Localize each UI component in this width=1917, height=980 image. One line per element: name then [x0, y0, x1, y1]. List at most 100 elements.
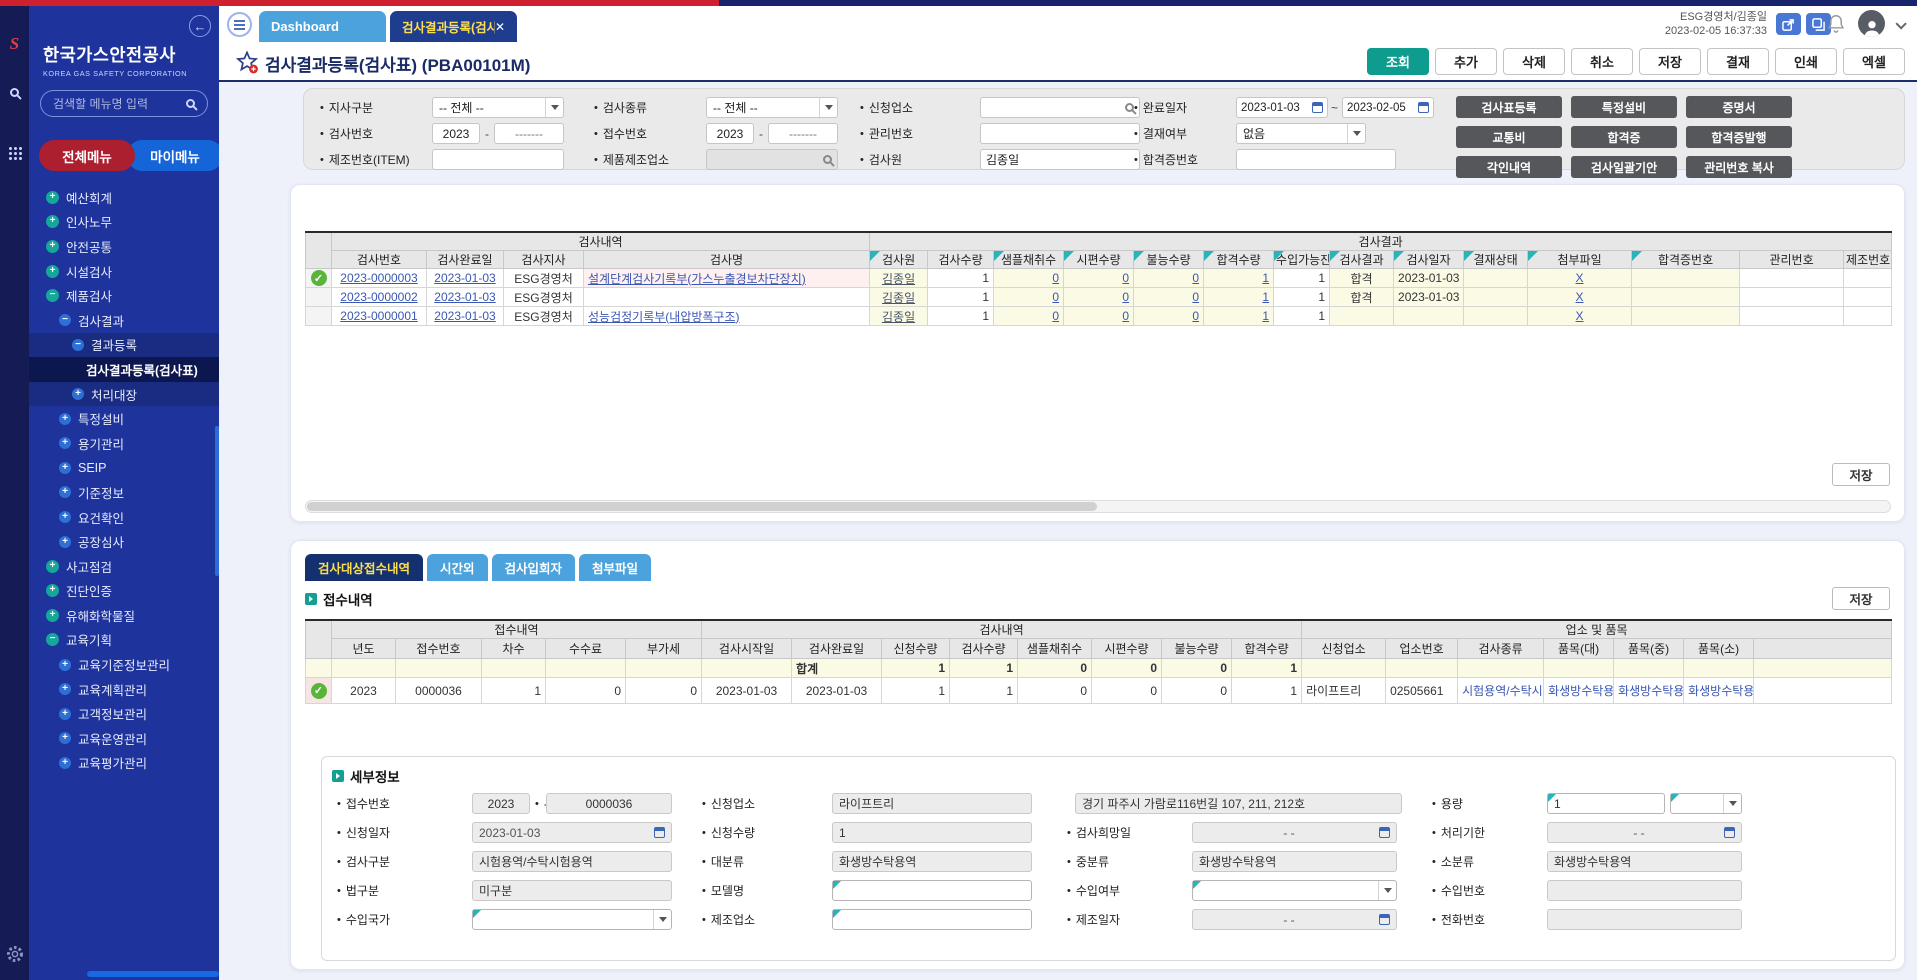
copy-manage-no-button[interactable]: 관리번호 복사 [1686, 156, 1792, 178]
expand-icon[interactable] [59, 413, 71, 425]
attachment-cell[interactable]: X [1528, 307, 1632, 326]
certificate-doc-button[interactable]: 증명서 [1686, 96, 1792, 118]
receipt-no-year-input[interactable] [706, 123, 754, 144]
sidebar-item[interactable]: SEIP [29, 456, 219, 481]
sidebar-item[interactable]: 안전공통 [29, 234, 219, 259]
sidebar-item[interactable]: 교육운영관리 [29, 726, 219, 751]
cell[interactable]: 1 [1204, 288, 1274, 307]
pass-cert-button[interactable]: 합격증 [1571, 126, 1677, 148]
inspection-sheet-button[interactable]: 검사표등록 [1456, 96, 1562, 118]
collapse-icon[interactable] [59, 314, 71, 326]
wish-date-field[interactable]: - - [1192, 822, 1397, 843]
tab-witness[interactable]: 검사입회자 [492, 554, 576, 581]
expand-icon[interactable] [46, 191, 59, 204]
column-header[interactable]: 품목(중) [1614, 639, 1684, 659]
sidebar-item-selected[interactable]: 검사결과등록(검사표) [29, 357, 219, 382]
cell[interactable]: 0 [1134, 288, 1204, 307]
model-name-input[interactable] [832, 880, 1032, 901]
row-select-cell[interactable] [306, 678, 332, 704]
maker-input[interactable] [832, 909, 1032, 930]
column-header[interactable]: 첨부파일 [1528, 251, 1632, 269]
scrollbar-thumb[interactable] [307, 502, 1097, 511]
import-country-select[interactable] [472, 909, 672, 930]
special-facility-button[interactable]: 특정설비 [1571, 96, 1677, 118]
notifications-bell-icon[interactable] [1827, 14, 1845, 36]
expand-icon[interactable] [59, 511, 71, 523]
sidebar-item[interactable]: 사고점검 [29, 554, 219, 579]
column-header[interactable]: 불능수량 [1162, 639, 1232, 659]
applicant-search-input[interactable] [980, 97, 1140, 118]
engraving-button[interactable]: 각인내역 [1456, 156, 1562, 178]
calendar-icon[interactable] [654, 827, 665, 838]
column-header[interactable]: 검사명 [584, 251, 870, 269]
cell[interactable]: 김종일 [870, 269, 928, 288]
expand-icon[interactable] [46, 240, 59, 253]
search-icon[interactable] [186, 99, 195, 108]
chevron-down-icon[interactable] [1895, 18, 1906, 29]
cell[interactable]: 0 [1134, 269, 1204, 288]
inspection-no-seq-input[interactable] [494, 123, 564, 144]
sidebar-item[interactable]: 교육계획관리 [29, 677, 219, 702]
sidebar-item[interactable]: 요건확인 [29, 505, 219, 530]
open-window-icon[interactable] [1776, 13, 1801, 35]
column-header[interactable]: 합격수량 [1232, 639, 1302, 659]
my-menu-tab[interactable]: 마이메뉴 [127, 140, 219, 171]
column-header[interactable]: 수수료 [546, 639, 626, 659]
grid-save-button[interactable]: 저장 [1832, 463, 1890, 486]
favorite-star-icon[interactable] [235, 50, 259, 77]
inspection-no-year-input[interactable] [432, 123, 480, 144]
cell[interactable]: 2023-01-03 [427, 288, 504, 307]
print-button[interactable]: 인쇄 [1775, 48, 1837, 75]
sidebar-item[interactable]: 고객정보관리 [29, 701, 219, 726]
sidebar-item[interactable]: 결과등록 [29, 333, 219, 358]
sidebar-item[interactable]: 처리대장 [29, 382, 219, 407]
column-header[interactable]: 검사수량 [928, 251, 994, 269]
branch-select[interactable]: -- 전체 -- [432, 97, 564, 118]
expand-icon[interactable] [46, 560, 59, 573]
attachment-cell[interactable]: X [1528, 288, 1632, 307]
column-header[interactable]: 품목(대) [1544, 639, 1614, 659]
cell[interactable]: 2023-0000001 [332, 307, 427, 326]
excel-button[interactable]: 엑셀 [1843, 48, 1905, 75]
all-menu-tab[interactable]: 전체메뉴 [39, 140, 135, 171]
row-select-cell[interactable] [306, 288, 332, 307]
cell[interactable]: 2023-01-03 [427, 307, 504, 326]
product-maker-search-input[interactable] [706, 149, 838, 170]
sidebar-vertical-scrollbar[interactable] [215, 426, 219, 576]
calendar-icon[interactable] [1724, 827, 1735, 838]
expand-icon[interactable] [46, 265, 59, 278]
collapse-icon[interactable] [46, 289, 59, 302]
receipt-no-seq-input[interactable] [768, 123, 838, 144]
date-from-input[interactable]: 2023-01-03 [1236, 97, 1328, 118]
expand-icon[interactable] [46, 584, 59, 597]
horizontal-scrollbar[interactable] [305, 500, 1891, 513]
tab-current-page[interactable]: 검사결과등록(검사 [390, 11, 517, 42]
expand-icon[interactable] [59, 659, 71, 671]
cell[interactable]: 김종일 [870, 288, 928, 307]
collapse-icon[interactable] [46, 633, 59, 646]
section-save-button[interactable]: 저장 [1832, 587, 1890, 610]
calendar-icon[interactable] [1312, 102, 1323, 113]
tab-receipt-detail[interactable]: 검사대상접수내역 [305, 554, 423, 581]
column-header[interactable]: 검사시작일 [702, 639, 792, 659]
sidebar-item[interactable]: 예산회계 [29, 185, 219, 210]
cell[interactable]: 0 [994, 288, 1064, 307]
search-icon[interactable] [1125, 103, 1134, 112]
sidebar-item[interactable]: 공장심사 [29, 529, 219, 554]
cert-no-input[interactable] [1236, 149, 1396, 170]
sidebar-item[interactable]: 시설검사 [29, 259, 219, 284]
manage-no-input[interactable] [980, 123, 1140, 144]
expand-icon[interactable] [59, 732, 71, 744]
cell[interactable]: 0 [1134, 307, 1204, 326]
column-header[interactable]: 검사종류 [1458, 639, 1544, 659]
column-header[interactable]: 품목(소) [1684, 639, 1754, 659]
search-button[interactable]: 조회 [1367, 48, 1429, 75]
inspection-type-select[interactable]: -- 전체 -- [706, 97, 838, 118]
sidebar-item[interactable]: 유해화학물질 [29, 603, 219, 628]
column-header[interactable]: 검사번호 [332, 251, 427, 269]
row-select-cell[interactable] [306, 269, 332, 288]
column-header[interactable]: 차수 [482, 639, 546, 659]
add-button[interactable]: 추가 [1435, 48, 1497, 75]
hamburger-menu-icon[interactable] [227, 12, 252, 37]
expand-icon[interactable] [46, 215, 59, 228]
